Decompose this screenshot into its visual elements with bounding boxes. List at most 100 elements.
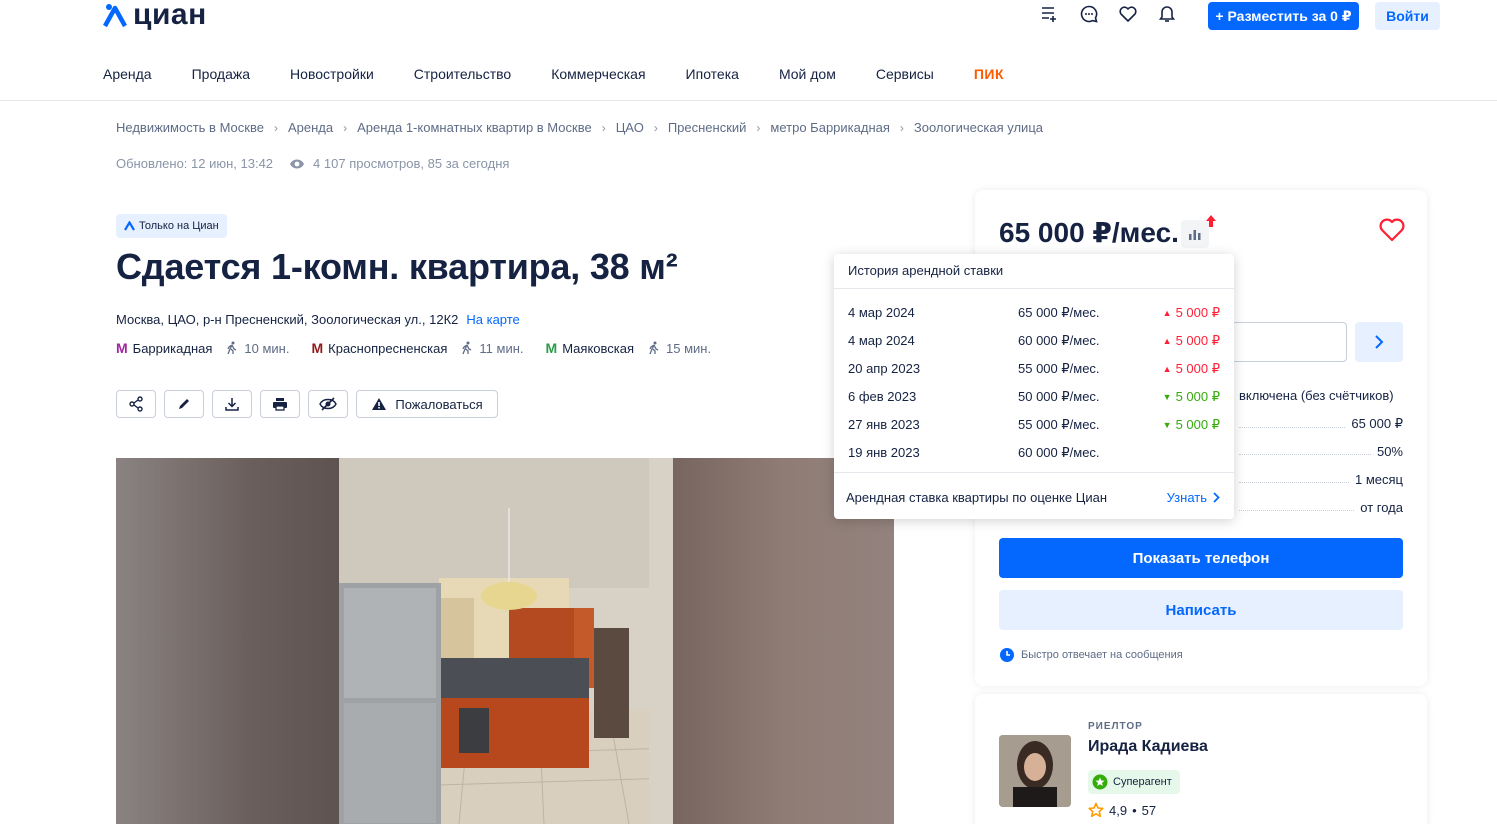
- breadcrumb-item[interactable]: Зоологическая улица: [914, 120, 1043, 135]
- learn-more-label: Узнать: [1166, 490, 1207, 505]
- nav-item-my-home[interactable]: Мой дом: [779, 66, 836, 82]
- history-value: 60 000 ₽/мес.: [1018, 333, 1100, 348]
- history-value: 50 000 ₽/мес.: [1018, 389, 1100, 404]
- walk-icon: [227, 341, 237, 355]
- history-delta-value: 5 000 ₽: [1175, 361, 1220, 376]
- reviews-count: 57: [1141, 802, 1157, 818]
- metro-list: М Баррикадная 10 мин. М Краснопресненска…: [116, 340, 733, 356]
- download-button[interactable]: [212, 390, 252, 418]
- share-button[interactable]: [116, 390, 156, 418]
- triangle-down-icon: ▼: [1162, 420, 1172, 430]
- download-icon: [225, 398, 239, 411]
- nav-item-new-buildings[interactable]: Новостройки: [290, 66, 374, 82]
- breadcrumb-item[interactable]: Аренда 1-комнатных квартир в Москве: [357, 120, 592, 135]
- listing-meta: Обновлено: 12 июн, 13:42 4 107 просмотро…: [116, 156, 509, 171]
- address: Москва, ЦАО, р-н Пресненский, Зоологичес…: [116, 312, 520, 327]
- walk-time-text: 10 мин.: [244, 340, 290, 356]
- nav-item-services[interactable]: Сервисы: [876, 66, 934, 82]
- star-badge-icon: [1092, 774, 1108, 790]
- superagent-label: Суперагент: [1113, 776, 1172, 788]
- agent-rating[interactable]: 4,9 • 57: [1088, 802, 1156, 818]
- history-row: 6 фев 2023 50 000 ₽/мес. ▼ 5 000 ₽: [848, 389, 1220, 409]
- agent-name[interactable]: Ирада Кадиева: [1088, 738, 1208, 756]
- breadcrumb-item[interactable]: ЦАО: [616, 120, 644, 135]
- exclusive-badge-label: Только на Циан: [139, 220, 219, 232]
- chat-icon[interactable]: [1079, 4, 1099, 24]
- edit-button[interactable]: [164, 390, 204, 418]
- nav-divider: [0, 100, 1497, 101]
- nav-item-construction[interactable]: Строительство: [414, 66, 511, 82]
- bell-icon[interactable]: [1157, 4, 1177, 24]
- main-photo[interactable]: [339, 458, 673, 824]
- walk-time: 11 мин.: [461, 341, 524, 356]
- agent-card: РИЕЛТОР Ирада Кадиева Суперагент 4,9 • 5…: [975, 694, 1427, 824]
- history-delta: ▲ 5 000 ₽: [1163, 361, 1220, 377]
- map-link[interactable]: На карте: [466, 312, 519, 327]
- history-value: 60 000 ₽/мес.: [1018, 445, 1100, 460]
- logo-text: циан: [133, 0, 207, 31]
- breadcrumb-item[interactable]: метро Баррикадная: [770, 120, 889, 135]
- metro-icon: М: [545, 340, 558, 356]
- walk-time-text: 15 мин.: [666, 340, 712, 356]
- offer-submit-button[interactable]: [1355, 322, 1403, 362]
- show-phone-button[interactable]: Показать телефон: [999, 538, 1403, 578]
- logo[interactable]: циан: [103, 0, 207, 32]
- post-ad-button[interactable]: + Разместить за 0 ₽: [1208, 2, 1359, 30]
- history-date: 20 апр 2023: [848, 361, 921, 376]
- nav-item-mortgage[interactable]: Ипотека: [686, 66, 739, 82]
- printer-icon: [273, 398, 287, 411]
- history-date: 27 янв 2023: [848, 417, 920, 432]
- nav-item-commercial[interactable]: Коммерческая: [551, 66, 645, 82]
- metro-item[interactable]: М Баррикадная: [116, 340, 212, 356]
- term-row: от года: [1239, 500, 1403, 515]
- history-date: 19 янв 2023: [848, 445, 920, 460]
- offer-input[interactable]: [1231, 322, 1347, 362]
- nav-item-sale[interactable]: Продажа: [192, 66, 250, 82]
- breadcrumb-item[interactable]: Пресненский: [668, 120, 747, 135]
- eye-icon: [290, 159, 305, 168]
- complain-button[interactable]: Пожаловаться: [356, 390, 498, 418]
- chevron-right-icon: ›: [899, 120, 904, 135]
- write-message-button[interactable]: Написать: [999, 590, 1403, 630]
- learn-more-link[interactable]: Узнать: [1167, 490, 1220, 505]
- price-history-popup: История арендной ставки 4 мар 2024 65 00…: [834, 254, 1234, 519]
- prepay-value: 1 месяц: [1355, 472, 1403, 487]
- rating-value: 4,9: [1109, 802, 1128, 818]
- prev-photo-blur[interactable]: [116, 458, 339, 824]
- utilities-text: включена (без счётчиков): [1239, 388, 1394, 403]
- heart-icon[interactable]: [1118, 4, 1138, 24]
- breadcrumb-item[interactable]: Аренда: [288, 120, 333, 135]
- pencil-icon: [179, 399, 189, 409]
- history-row: 19 янв 2023 60 000 ₽/мес.: [848, 445, 1220, 465]
- history-delta: ▲ 5 000 ₽: [1163, 333, 1220, 349]
- nav-item-rent[interactable]: Аренда: [103, 66, 152, 82]
- heart-outline-icon: [1379, 218, 1405, 242]
- login-button[interactable]: Войти: [1375, 2, 1440, 30]
- metro-item[interactable]: М Краснопресненская: [311, 340, 447, 356]
- history-delta: ▲ 5 000 ₽: [1163, 305, 1220, 321]
- cian-mini-icon: [124, 221, 135, 231]
- favorite-button[interactable]: [1379, 218, 1405, 247]
- breadcrumb-item[interactable]: Недвижимость в Москве: [116, 120, 264, 135]
- walk-icon: [649, 341, 659, 355]
- compare-list-icon[interactable]: [1040, 4, 1060, 24]
- dotted-leader: [1239, 444, 1371, 455]
- triangle-up-icon: ▲: [1162, 364, 1172, 374]
- hide-button[interactable]: [308, 390, 348, 418]
- commission-value: 50%: [1376, 444, 1403, 459]
- history-date: 6 фев 2023: [848, 389, 917, 404]
- page-title: Сдается 1-комн. квартира, 38 м²: [116, 246, 678, 287]
- share-icon: [129, 396, 143, 412]
- metro-item[interactable]: М Маяковская: [546, 340, 634, 356]
- nav-item-pik[interactable]: ПИК: [974, 66, 1004, 82]
- chevron-right-icon: ›: [273, 120, 278, 135]
- fast-reply-note: Быстро отвечает на сообщения: [999, 647, 1183, 663]
- photo-gallery[interactable]: [116, 458, 894, 824]
- print-button[interactable]: [260, 390, 300, 418]
- views-text: 4 107 просмотров, 85 за сегодня: [313, 156, 510, 171]
- avatar[interactable]: [999, 735, 1071, 807]
- metro-icon: М: [311, 340, 324, 356]
- address-text: Москва, ЦАО, р-н Пресненский, Зоологичес…: [116, 312, 459, 327]
- deposit-row: 65 000 ₽: [1239, 416, 1403, 432]
- history-delta-value: 5 000 ₽: [1175, 417, 1220, 432]
